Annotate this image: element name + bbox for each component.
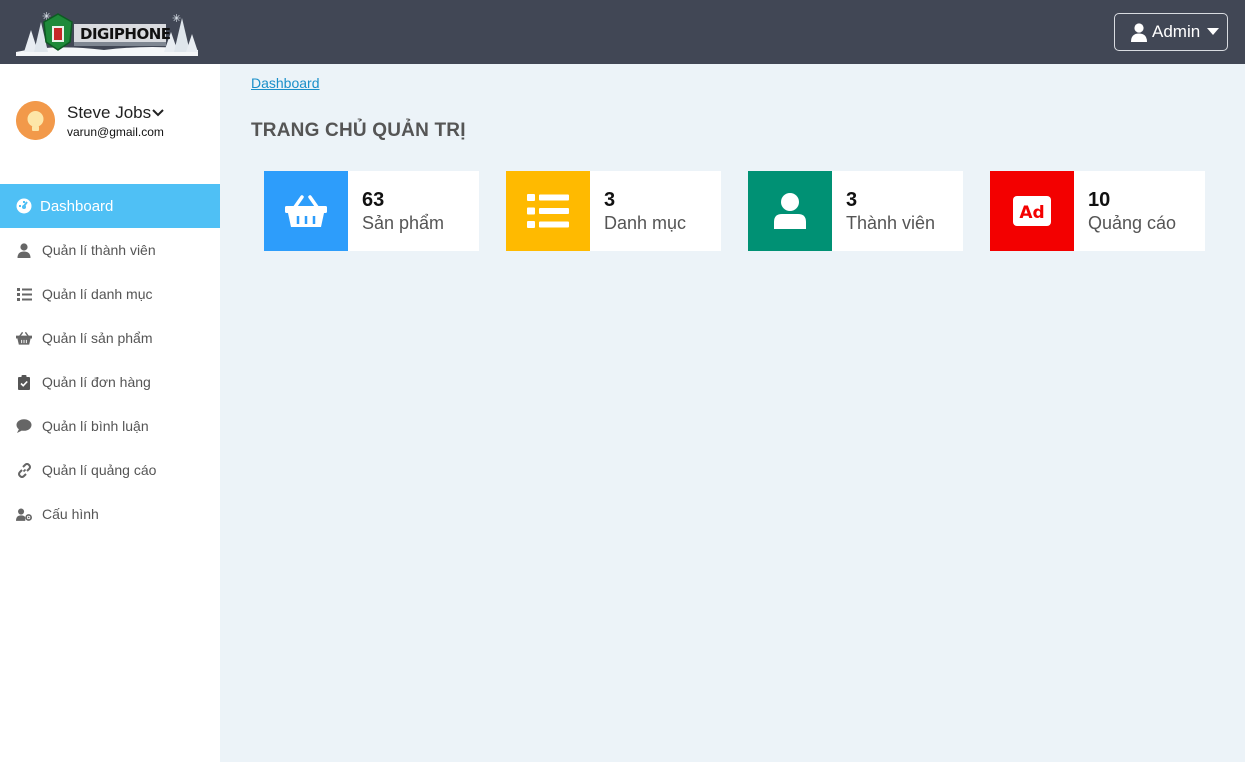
stat-card-ads[interactable]: Ad 10 Quảng cáo — [990, 171, 1205, 251]
sidebar-item-members[interactable]: Quản lí thành viên — [0, 228, 220, 272]
admin-menu-button[interactable]: Admin — [1114, 13, 1228, 51]
sidebar-nav: Dashboard Quản lí thành viên Quản lí dan… — [0, 184, 220, 536]
sidebar-item-label: Quản lí danh mục — [42, 286, 153, 302]
avatar — [16, 101, 55, 140]
clipboard-check-icon — [16, 374, 32, 390]
admin-label: Admin — [1152, 22, 1201, 41]
stat-card-products[interactable]: 63 Sản phẩm — [264, 171, 479, 251]
sidebar-item-label: Quản lí thành viên — [42, 242, 156, 258]
user-name: Steve Jobs — [67, 103, 152, 122]
stat-value: 3 — [846, 189, 858, 211]
comment-icon — [16, 418, 32, 434]
svg-text:✳: ✳ — [172, 12, 181, 25]
stat-value: 10 — [1088, 189, 1111, 211]
user-email: varun@gmail.com — [67, 125, 164, 139]
ad-icon: Ad — [990, 171, 1074, 251]
page-title: TRANG CHỦ QUẢN TRỊ — [251, 120, 466, 141]
sidebar-item-label: Dashboard — [40, 197, 114, 215]
stat-card-categories[interactable]: 3 Danh mục — [506, 171, 721, 251]
caret-down-icon — [1207, 28, 1219, 35]
link-icon — [16, 462, 32, 478]
stat-label: Danh mục — [604, 213, 687, 233]
stat-label: Thành viên — [846, 213, 936, 233]
sidebar-item-categories[interactable]: Quản lí danh mục — [0, 272, 220, 316]
stat-label: Sản phẩm — [362, 213, 445, 233]
user-icon — [1131, 22, 1147, 42]
logo[interactable]: ✳ ✳ DIGIPHONE — [14, 8, 200, 56]
sidebar-item-ads[interactable]: Quản lí quảng cáo — [0, 448, 220, 492]
stat-card-members[interactable]: 3 Thành viên — [748, 171, 963, 251]
sidebar-item-orders[interactable]: Quản lí đơn hàng — [0, 360, 220, 404]
list-icon — [506, 171, 590, 251]
sidebar-item-label: Quản lí đơn hàng — [42, 374, 151, 390]
logo-text: DIGIPHONE — [80, 25, 171, 43]
sidebar-item-label: Quản lí bình luận — [42, 418, 149, 434]
sidebar-item-label: Quản lí sản phẩm — [42, 330, 153, 346]
svg-text:Ad: Ad — [1019, 203, 1044, 223]
stat-value: 3 — [604, 189, 616, 211]
user-icon — [16, 242, 32, 258]
user-icon — [748, 171, 832, 251]
stat-value: 63 — [362, 189, 385, 211]
dashboard-icon — [16, 198, 32, 214]
basket-icon — [264, 171, 348, 251]
user-cog-icon — [16, 506, 32, 522]
sidebar-item-settings[interactable]: Cấu hình — [0, 492, 220, 536]
list-icon — [16, 286, 32, 302]
user-profile[interactable]: Steve Jobs varun@gmail.com — [16, 101, 216, 141]
sidebar: Steve Jobs varun@gmail.com Dashboard Quả… — [0, 64, 220, 762]
sidebar-item-label: Cấu hình — [42, 506, 99, 522]
breadcrumb-link[interactable]: Dashboard — [251, 75, 320, 91]
stat-label: Quảng cáo — [1088, 213, 1177, 233]
chevron-down-icon[interactable] — [152, 109, 164, 117]
sidebar-item-dashboard[interactable]: Dashboard — [0, 184, 220, 228]
sidebar-item-label: Quản lí quảng cáo — [42, 462, 157, 478]
sidebar-item-comments[interactable]: Quản lí bình luận — [0, 404, 220, 448]
basket-icon — [16, 330, 32, 346]
top-navbar: ✳ ✳ DIGIPHONE Admin — [0, 0, 1245, 64]
sidebar-item-products[interactable]: Quản lí sản phẩm — [0, 316, 220, 360]
